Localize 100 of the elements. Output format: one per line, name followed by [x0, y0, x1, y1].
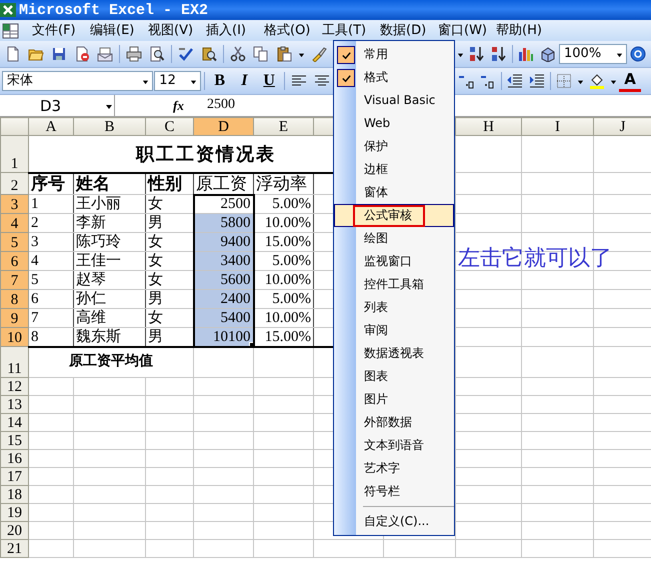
menu-item[interactable]: 格式(O) [260, 22, 318, 38]
sort-descending-icon [491, 46, 507, 62]
bold-button[interactable]: B [208, 70, 232, 92]
column-header[interactable]: B [74, 118, 146, 136]
cell-reference: D3 [40, 96, 62, 114]
menu-item[interactable]: 自定义(C)... [334, 510, 454, 533]
row-header[interactable]: 11 [0, 346, 28, 378]
formula-value: 2500 [207, 97, 235, 114]
cell: 1 [28, 194, 74, 214]
scissors-icon [230, 46, 246, 62]
row-header[interactable]: 19 [0, 504, 28, 522]
row-header[interactable]: 16 [0, 450, 28, 468]
menu-item[interactable]: Visual Basic [334, 89, 454, 112]
menu-item[interactable]: 控件工具箱 [334, 273, 454, 296]
menu-item[interactable]: 数据透视表 [334, 342, 454, 365]
row-header[interactable]: 4 [0, 214, 28, 232]
cell: 5 [28, 270, 74, 290]
spelling-icon [178, 46, 194, 62]
menu-item[interactable]: 数据(D) [376, 22, 434, 38]
cell: 5.00% [254, 290, 314, 308]
row-header[interactable]: 14 [0, 414, 28, 432]
column-header[interactable]: J [594, 118, 651, 136]
row-header[interactable]: 1 [0, 136, 28, 172]
caret-icon [298, 50, 305, 58]
font-size: 12 [159, 73, 176, 89]
menu-item[interactable]: 插入(I) [202, 22, 260, 38]
row-header[interactable]: 2 [0, 172, 28, 194]
row-header[interactable]: 17 [0, 468, 28, 486]
cell: 2 [28, 214, 74, 232]
italic-button[interactable]: I [232, 70, 256, 92]
menu-item[interactable]: 公式审核 [334, 204, 454, 227]
cell: 赵琴 [74, 270, 146, 290]
row-header[interactable]: 20 [0, 522, 28, 540]
checkbox[interactable] [337, 46, 355, 64]
row-header[interactable]: 8 [0, 290, 28, 308]
cell: 5600 [194, 270, 254, 290]
caret-icon [142, 78, 150, 84]
cell: 原工资平均值 [28, 346, 194, 378]
column-header[interactable]: H [456, 118, 522, 136]
menu-item[interactable]: 文本到语音 [334, 434, 454, 457]
checkbox[interactable] [337, 69, 355, 87]
row-header[interactable]: 3 [0, 194, 28, 214]
row-header[interactable]: 21 [0, 540, 28, 558]
cell: 3 [28, 232, 74, 252]
font-color-button[interactable]: A [619, 70, 641, 92]
menu-item[interactable]: 绘图 [334, 227, 454, 250]
cell: 4 [28, 252, 74, 270]
menu-item[interactable]: 视图(V) [144, 22, 202, 38]
row-header[interactable]: 18 [0, 486, 28, 504]
menu-item[interactable]: 工具(T) [318, 22, 376, 38]
cell: 2500 [194, 194, 254, 214]
menu-item[interactable]: 帮助(H) [492, 22, 550, 38]
underline-button[interactable]: U [257, 70, 281, 92]
menu-item[interactable]: Web [334, 112, 454, 135]
column-header[interactable]: A [28, 118, 74, 136]
row-header[interactable]: 10 [0, 328, 28, 346]
column-header[interactable]: C [146, 118, 194, 136]
cell: 10100 [194, 328, 254, 346]
menu-item[interactable]: 编辑(E) [86, 22, 144, 38]
column-header[interactable]: I [522, 118, 594, 136]
menu-item[interactable]: 图片 [334, 388, 454, 411]
row-header[interactable]: 5 [0, 232, 28, 252]
column-header[interactable]: D [194, 118, 254, 136]
column-header[interactable]: E [254, 118, 314, 136]
menu-item[interactable]: 符号栏 [334, 480, 454, 503]
row-header[interactable]: 9 [0, 308, 28, 328]
menu-item[interactable]: 列表 [334, 296, 454, 319]
cell: 王小丽 [74, 194, 146, 214]
window-title: Microsoft Excel - EX2 [19, 2, 208, 18]
menu-item[interactable]: 图表 [334, 365, 454, 388]
font-size-field[interactable]: 12 [154, 71, 201, 91]
cell: 魏东斯 [74, 328, 146, 346]
font-name: 宋体 [7, 73, 33, 89]
caret-icon [190, 78, 197, 84]
menu-item[interactable]: 窗体 [334, 181, 454, 204]
menu-item[interactable]: 监视窗口 [334, 250, 454, 273]
row-header[interactable]: 7 [0, 270, 28, 290]
zoom-field[interactable]: 100% [559, 44, 627, 64]
row-header[interactable]: 15 [0, 432, 28, 450]
row-header[interactable]: 13 [0, 396, 28, 414]
menu-item[interactable]: 格式 [334, 66, 454, 89]
menu-item[interactable]: 审阅 [334, 319, 454, 342]
row-header[interactable]: 6 [0, 252, 28, 270]
menu-item[interactable]: 文件(F) [28, 22, 86, 38]
menu-item[interactable]: 艺术字 [334, 457, 454, 480]
cell: 5.00% [254, 194, 314, 214]
menu-item[interactable]: 常用 [334, 43, 454, 66]
cell: 孙仁 [74, 290, 146, 308]
insert-function-button[interactable]: fx [173, 98, 193, 114]
caret-icon [610, 78, 617, 84]
caret-icon [577, 78, 584, 84]
font-field[interactable]: 宋体 [2, 71, 154, 91]
row-header[interactable]: 12 [0, 378, 28, 396]
menu-item[interactable]: 窗口(W) [434, 22, 492, 38]
fill-bucket-icon [589, 73, 605, 89]
menu-item[interactable]: 外部数据 [334, 411, 454, 434]
annotation-text: 左击它就可以了 [458, 245, 612, 273]
cell: 5.00% [254, 252, 314, 270]
check-icon [340, 72, 352, 84]
increase-indent-icon [529, 73, 545, 89]
